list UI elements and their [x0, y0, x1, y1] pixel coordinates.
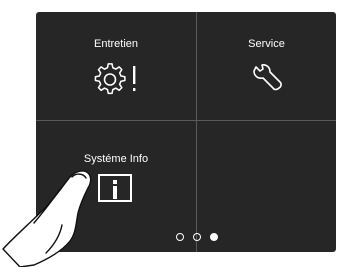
tile-label-systeme-info: Systéme Info: [83, 153, 149, 165]
page-indicator: [172, 231, 222, 243]
wrench-icon: [253, 64, 282, 91]
tile-label-service: Service: [248, 38, 285, 50]
page-dot-1[interactable]: [176, 233, 184, 241]
page-dot-2[interactable]: [193, 233, 201, 241]
tile-label-entretien: Entretien: [93, 38, 139, 50]
maintenance-gear-icon: [94, 63, 136, 95]
tile-entretien[interactable]: Entretien: [36, 12, 196, 120]
pointing-hand-illustration: [2, 170, 92, 267]
tile-service[interactable]: Service: [197, 12, 336, 120]
page-dot-3-active[interactable]: [210, 233, 218, 241]
